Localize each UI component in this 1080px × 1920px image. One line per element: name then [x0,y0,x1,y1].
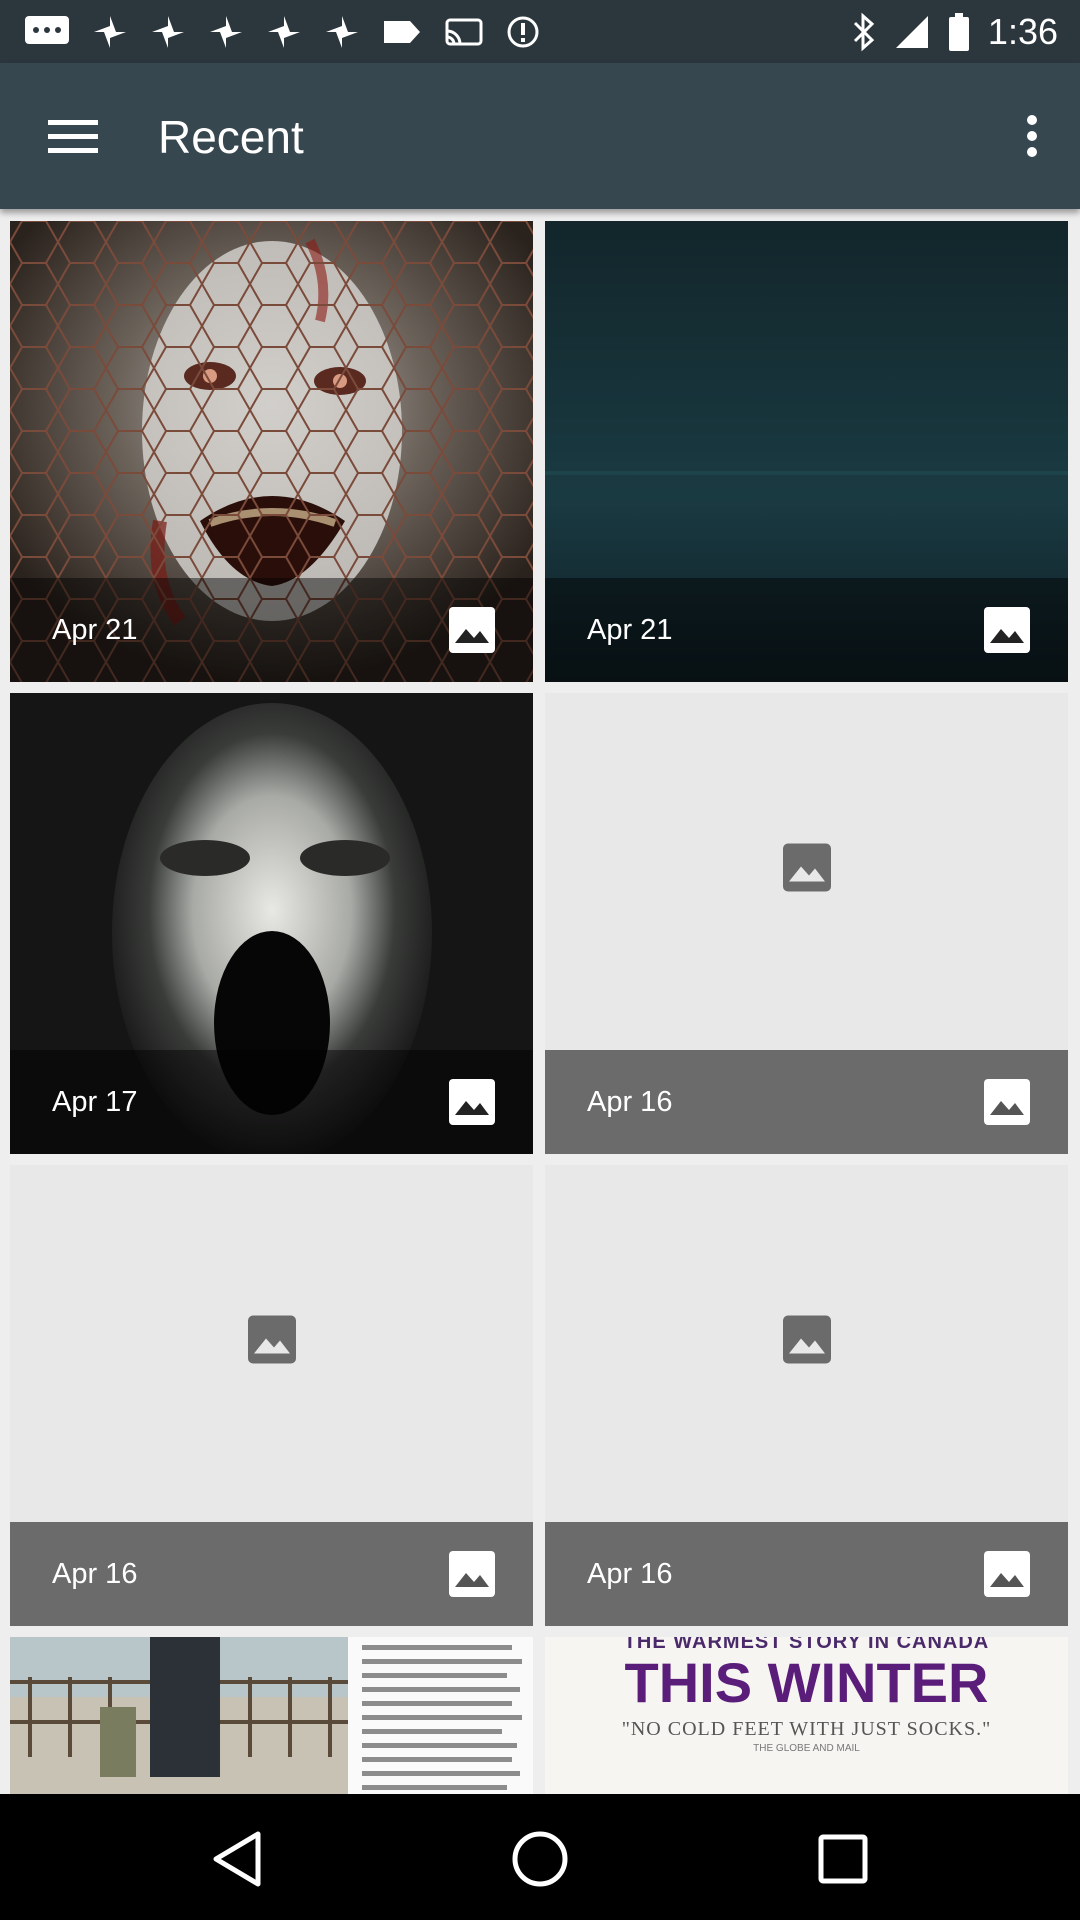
cast-icon [444,17,484,47]
photo-grid: Apr 21 Apr 21 Apr 17 Apr 16 Apr 16 Apr 1… [0,209,1080,1794]
tag-icon [382,17,422,47]
signal-icon [894,14,930,50]
tile-date: Apr 16 [587,1085,673,1118]
recents-button[interactable] [808,1824,878,1894]
image-placeholder-icon [782,1315,831,1369]
pinwheel-icon [208,14,244,50]
bluetooth-icon [852,12,876,52]
pinwheel-icon [92,14,128,50]
photo-tile[interactable]: Apr 21 [10,221,533,682]
tile-date: Apr 21 [52,613,138,646]
tile-caption: Apr 16 [545,1050,1068,1154]
photo-tile[interactable]: Apr 16 [545,693,1068,1154]
poster-title: THIS WINTER [624,1651,989,1714]
image-type-icon [984,607,1030,653]
image-type-icon [449,1551,495,1597]
photo-tile[interactable]: Apr 16 [10,1165,533,1626]
tile-date: Apr 16 [587,1557,673,1590]
tile-caption: Apr 21 [545,578,1068,682]
pinwheel-icon [150,14,186,50]
tile-date: Apr 21 [587,613,673,646]
recents-icon [818,1834,868,1884]
poster-source: THE GLOBE AND MAIL [753,1743,860,1754]
message-icon [24,15,70,49]
notification-icons [24,12,540,52]
app-bar: Recent [0,63,1080,209]
back-icon [213,1831,261,1887]
photo-tile[interactable]: Apr 21 [545,221,1068,682]
page-title: Recent [158,111,304,163]
photo-tile[interactable]: THE WARMEST STORY IN CANADA THIS WINTER … [545,1637,1068,1794]
photo-tile[interactable]: Apr 16 [545,1165,1068,1626]
tile-caption: Apr 16 [10,1522,533,1626]
battery-icon [948,12,970,52]
image-type-icon [984,1551,1030,1597]
photo-tile[interactable] [10,1637,533,1794]
menu-button[interactable] [38,105,108,167]
bridge-photo-thumbnail [10,1637,533,1794]
tile-date: Apr 17 [52,1085,138,1118]
home-icon [512,1831,568,1887]
alert-circle-icon [506,15,540,49]
hamburger-menu-icon [48,120,98,153]
tile-caption: Apr 21 [10,578,533,682]
more-vert-icon [1027,115,1037,157]
tile-date: Apr 16 [52,1557,138,1590]
pinwheel-icon [324,14,360,50]
image-type-icon [449,1079,495,1125]
pinwheel-icon [266,14,302,50]
photo-tile[interactable]: Apr 17 [10,693,533,1154]
home-button[interactable] [505,1824,575,1894]
system-icons: 1:36 [852,8,1058,56]
navigation-bar [0,1794,1080,1920]
tile-caption: Apr 16 [545,1522,1068,1626]
status-time: 1:36 [987,11,1058,52]
more-options-button[interactable] [1002,105,1062,167]
image-type-icon [449,607,495,653]
back-button[interactable] [202,1824,272,1894]
image-placeholder-icon [247,1315,296,1369]
image-type-icon [984,1079,1030,1125]
tile-caption: Apr 17 [10,1050,533,1154]
status-bar: 1:36 [0,0,1080,63]
image-placeholder-icon [782,843,831,897]
poster-quote: "NO COLD FEET WITH JUST SOCKS." [621,1718,992,1740]
poster-thumbnail: THE WARMEST STORY IN CANADA THIS WINTER … [545,1637,1068,1794]
